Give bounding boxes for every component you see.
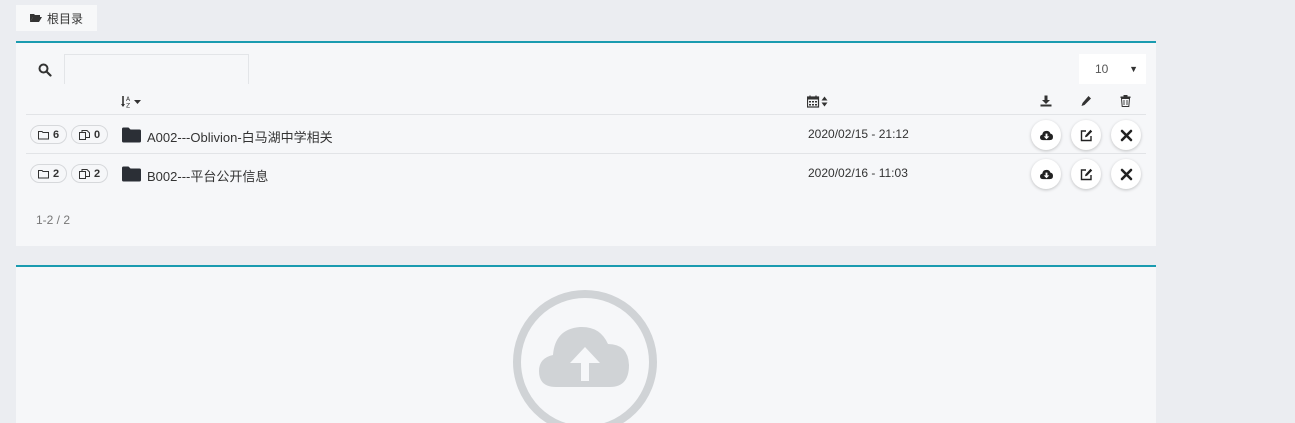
edit-button[interactable] xyxy=(1071,159,1101,189)
download-icon xyxy=(1040,95,1052,107)
folder-count: 6 xyxy=(53,128,60,141)
folder-outline-icon xyxy=(38,169,49,178)
svg-text:Z: Z xyxy=(126,103,130,109)
close-icon xyxy=(1120,129,1132,141)
edit-button[interactable] xyxy=(1071,120,1101,150)
table-row[interactable]: 6 0 A002---Oblivion-白马湖中学相关 2020/02/15 -… xyxy=(26,115,1146,154)
folder-open-icon xyxy=(30,14,42,22)
cloud-download-icon xyxy=(1039,130,1053,140)
sort-alpha-icon[interactable]: A Z xyxy=(121,95,143,108)
calendar-sort-icon[interactable] xyxy=(807,95,831,108)
cloud-upload-icon xyxy=(513,290,657,423)
search-input[interactable] xyxy=(64,54,249,84)
file-list-panel: 10 ▼ A Z 6 0 A002---Oblivion-白马湖中学相关 202… xyxy=(16,41,1156,246)
chevron-down-icon: ▼ xyxy=(1129,64,1138,74)
cloud-download-icon xyxy=(1039,169,1053,179)
folder-count-badge: 2 xyxy=(30,164,68,183)
folder-outline-icon xyxy=(38,130,49,139)
page-size-select[interactable]: 10 ▼ xyxy=(1079,54,1146,84)
delete-button[interactable] xyxy=(1111,120,1141,150)
folder-name-link[interactable]: A002---Oblivion-白马湖中学相关 xyxy=(147,127,333,146)
edit-icon xyxy=(1080,129,1092,141)
modified-date: 2020/02/15 - 21:12 xyxy=(808,127,909,141)
file-count-badge: 2 xyxy=(71,164,109,183)
folder-count: 2 xyxy=(53,167,60,180)
table-header: A Z xyxy=(26,89,1146,115)
page-size-value: 10 xyxy=(1095,62,1109,76)
upload-dropzone[interactable] xyxy=(16,265,1156,423)
download-button[interactable] xyxy=(1031,120,1061,150)
file-count-badge: 0 xyxy=(71,125,109,144)
folder-icon xyxy=(122,127,141,143)
close-icon xyxy=(1120,168,1132,180)
file-count: 2 xyxy=(94,167,101,180)
breadcrumb-label: 根目录 xyxy=(47,11,84,26)
delete-button[interactable] xyxy=(1111,159,1141,189)
files-icon xyxy=(79,168,90,179)
pagination-info: 1-2 / 2 xyxy=(36,213,71,227)
edit-icon xyxy=(1080,168,1092,180)
table-row[interactable]: 2 2 B002---平台公开信息 2020/02/16 - 11:03 xyxy=(26,154,1146,193)
breadcrumb[interactable]: 根目录 xyxy=(16,5,98,31)
modified-date: 2020/02/16 - 11:03 xyxy=(808,166,908,180)
trash-icon xyxy=(1120,95,1131,107)
folder-icon xyxy=(122,166,141,182)
file-count: 0 xyxy=(94,128,101,141)
folder-count-badge: 6 xyxy=(30,125,68,144)
pencil-icon xyxy=(1081,96,1091,106)
files-icon xyxy=(79,129,90,140)
download-button[interactable] xyxy=(1031,159,1061,189)
search-icon xyxy=(38,63,52,77)
folder-name-link[interactable]: B002---平台公开信息 xyxy=(147,166,268,185)
